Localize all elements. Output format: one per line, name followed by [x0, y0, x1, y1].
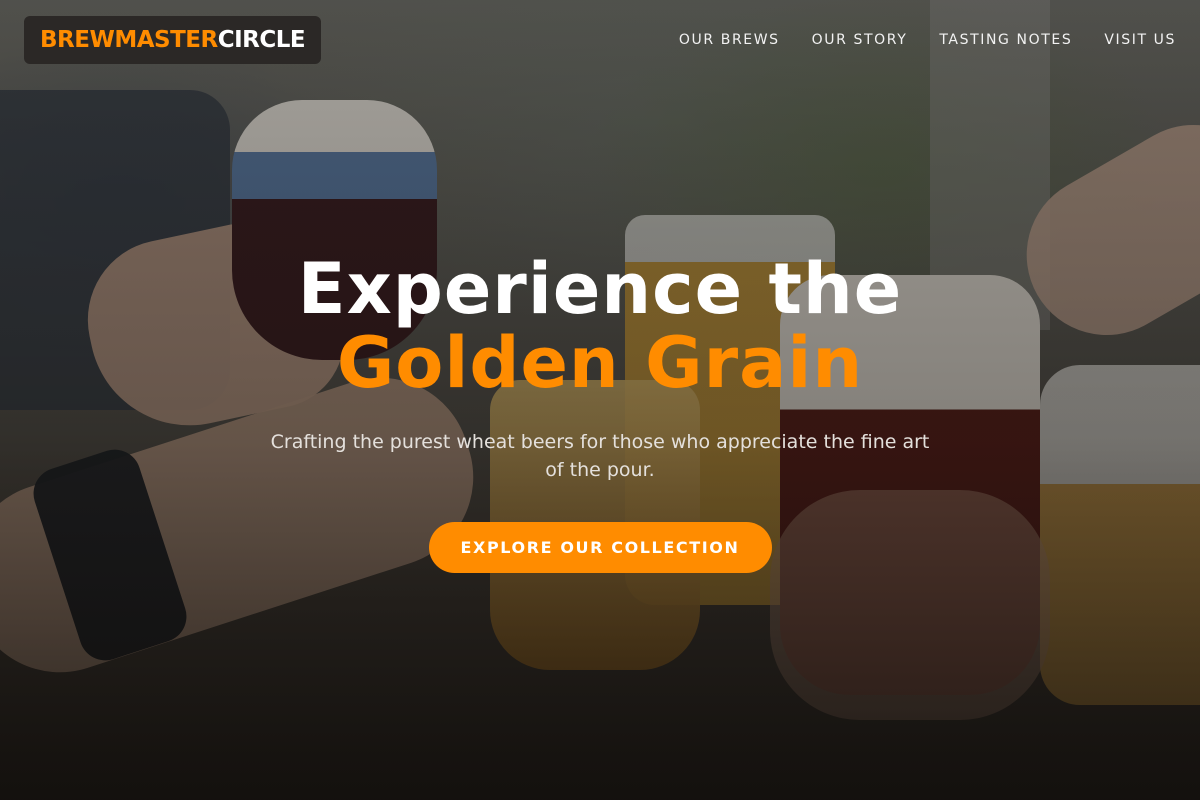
logo-text-primary: BREWMASTER	[40, 27, 218, 53]
nav-links: OUR BREWS OUR STORY TASTING NOTES VISIT …	[679, 32, 1176, 48]
brand-logo[interactable]: BREWMASTER CIRCLE	[24, 16, 322, 64]
hero-title: Experience the Golden Grain	[0, 252, 1200, 400]
logo-text-secondary: CIRCLE	[217, 27, 306, 53]
explore-collection-button[interactable]: EXPLORE OUR COLLECTION	[428, 522, 772, 573]
hero-title-line2: Golden Grain	[336, 322, 864, 404]
nav-link-tasting-notes[interactable]: TASTING NOTES	[939, 32, 1072, 48]
hero-section: Experience the Golden Grain Crafting the…	[0, 252, 1200, 573]
nav-link-our-story[interactable]: OUR STORY	[812, 32, 908, 48]
nav-link-visit-us[interactable]: VISIT US	[1104, 32, 1176, 48]
hero-title-line1: Experience the	[297, 248, 903, 330]
hero-subtitle: Crafting the purest wheat beers for thos…	[270, 431, 930, 481]
nav-link-our-brews[interactable]: OUR BREWS	[679, 32, 780, 48]
top-navigation: BREWMASTER CIRCLE OUR BREWS OUR STORY TAS…	[0, 0, 1200, 80]
